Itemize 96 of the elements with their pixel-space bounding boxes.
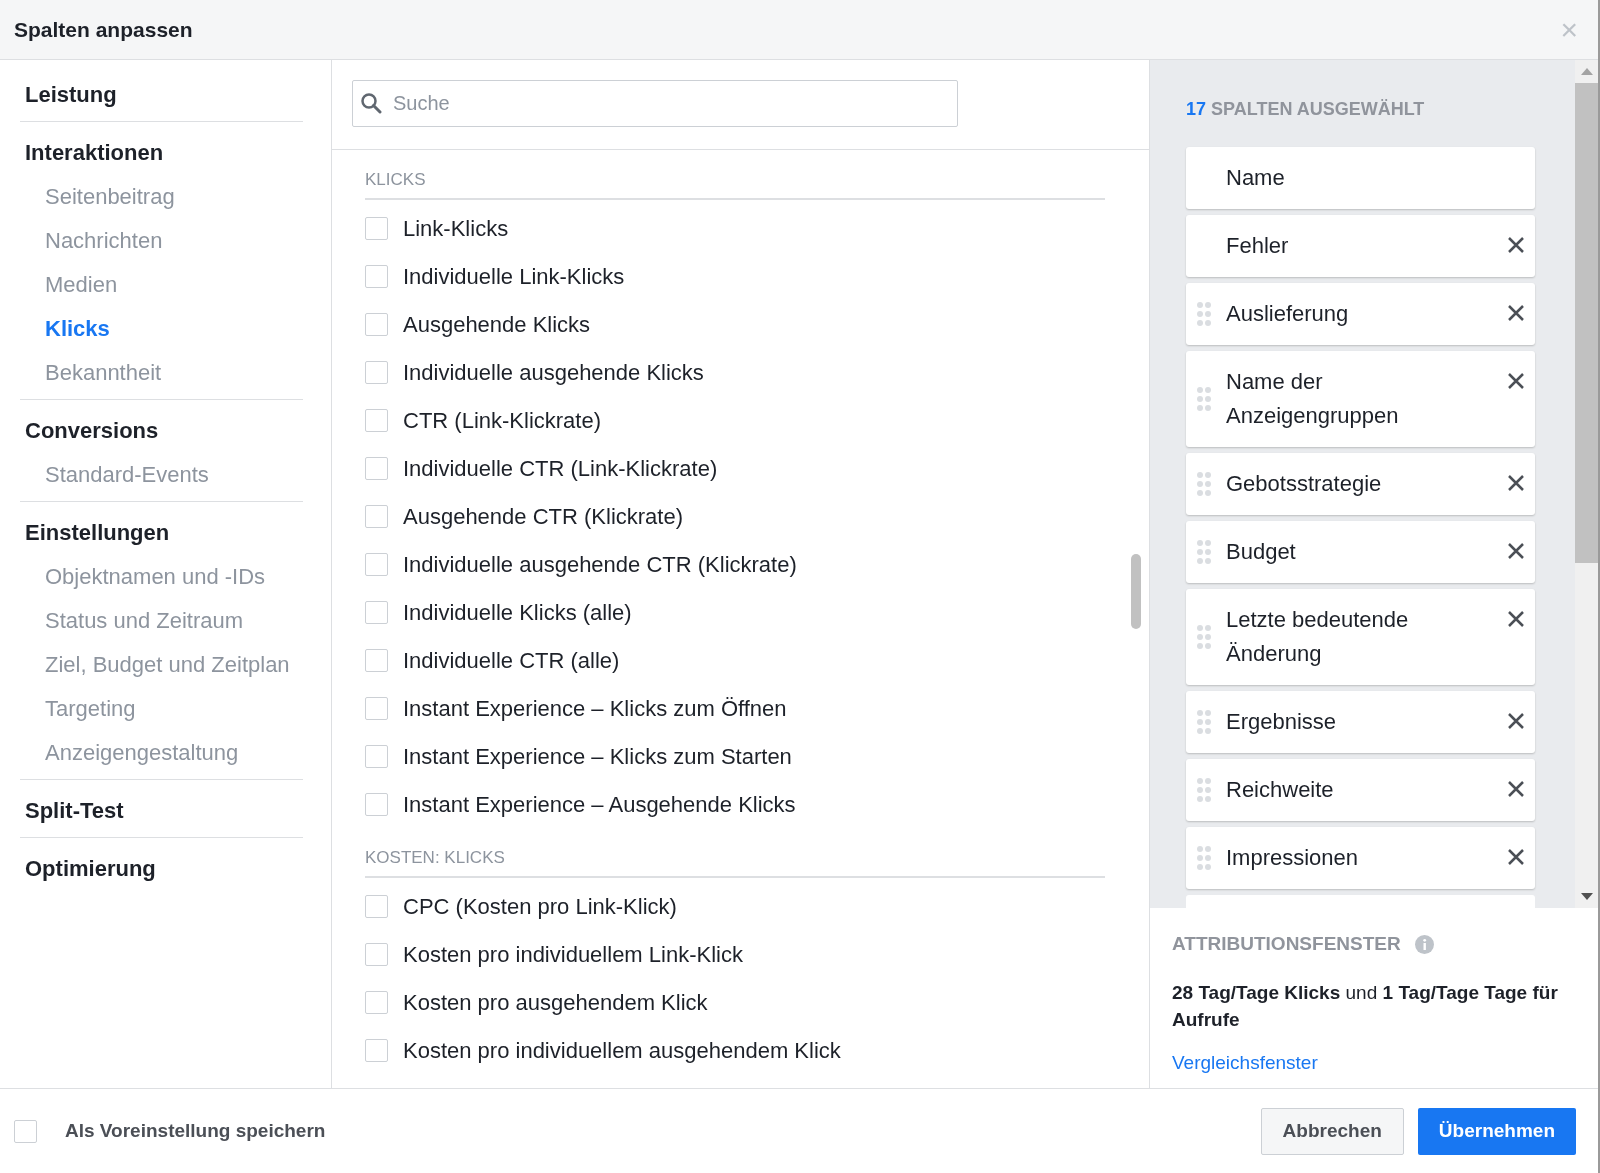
close-icon[interactable]: [1507, 712, 1525, 730]
option-label: CTR (Link-Klickrate): [403, 406, 602, 435]
option-label: Individuelle Link-Klicks: [403, 262, 625, 291]
column-name: Impressionen: [1226, 844, 1360, 872]
drag-handle-icon[interactable]: [1196, 777, 1212, 803]
option-label: CPC (Kosten pro Link-Klick): [403, 892, 677, 921]
scrollbar[interactable]: [1575, 60, 1598, 908]
column-card[interactable]: Name: [1186, 147, 1535, 209]
column-card[interactable]: Auslieferung: [1186, 283, 1535, 345]
checkbox[interactable]: [365, 792, 388, 816]
column-name: Ergebnisse: [1226, 708, 1338, 736]
dialog-title: Spalten anpassen: [14, 16, 193, 43]
column-card[interactable]: Name der Anzeigengruppen: [1186, 351, 1535, 447]
column-card[interactable]: Gebotsstrategie: [1186, 453, 1535, 515]
option-label: Kosten pro individuellem Link-Klick: [403, 940, 743, 969]
option-label: Individuelle ausgehende CTR (Klickrate): [403, 550, 797, 579]
scroll-up-icon[interactable]: [1580, 68, 1593, 75]
column-name: Name der Anzeigengruppen: [1226, 368, 1400, 430]
checkbox[interactable]: [365, 456, 388, 480]
option-label: Ausgehende Klicks: [403, 310, 591, 339]
search-field[interactable]: Suche: [352, 80, 958, 127]
close-icon[interactable]: [1507, 236, 1525, 254]
checkbox[interactable]: [14, 1119, 37, 1143]
column-card[interactable]: Budget: [1186, 521, 1535, 583]
column-card[interactable]: Impressionen: [1186, 827, 1535, 889]
checkbox[interactable]: [365, 312, 388, 336]
drag-handle-icon[interactable]: [1196, 845, 1212, 871]
close-icon[interactable]: [1507, 848, 1525, 866]
close-icon[interactable]: [1507, 372, 1525, 390]
checkbox[interactable]: [365, 648, 388, 672]
sidebar-item[interactable]: Klicks: [20, 312, 110, 345]
drag-handle-icon[interactable]: [1196, 539, 1212, 565]
checkbox[interactable]: [365, 504, 388, 528]
section-heading: KLICKS: [365, 150, 1105, 200]
selected-count-heading: 17 SPALTEN AUSGEWÄHLT: [1186, 98, 1426, 121]
checkbox[interactable]: [365, 264, 388, 288]
column-name: Auslieferung: [1226, 300, 1350, 328]
cancel-button[interactable]: Abbrechen: [1260, 1107, 1404, 1155]
close-icon[interactable]: [1507, 780, 1525, 798]
checkbox[interactable]: [365, 744, 388, 768]
column-name: Reichweite: [1226, 776, 1335, 804]
drag-handle-icon[interactable]: [1196, 301, 1212, 327]
option-label: Individuelle CTR (alle): [403, 646, 620, 675]
scrollbar-thumb[interactable]: [1131, 554, 1141, 629]
option-label: Ausgehende CTR (Klickrate): [403, 502, 683, 531]
checkbox[interactable]: [365, 990, 388, 1014]
option-label: Kosten pro individuellem ausgehendem Klick: [403, 1036, 841, 1065]
checkbox[interactable]: [365, 600, 388, 624]
close-icon[interactable]: [1507, 474, 1525, 492]
option-label: Individuelle Klicks (alle): [403, 598, 632, 627]
column-name: Fehler: [1226, 232, 1290, 260]
sidebar-section[interactable]: Conversions: [20, 414, 159, 447]
sidebar-section[interactable]: Interaktionen: [20, 136, 164, 169]
column-name: Letzte bedeutende Änderung: [1226, 606, 1410, 668]
option-label: Instant Experience – Klicks zum Öffnen: [403, 694, 787, 723]
save-default-label: Als Voreinstellung speichern: [65, 1118, 326, 1143]
option-label: Link-Klicks: [403, 214, 509, 243]
option-label: Individuelle ausgehende Klicks: [403, 358, 704, 387]
close-icon[interactable]: [1507, 610, 1525, 628]
option-label: Individuelle CTR (Link-Klickrate): [403, 454, 718, 483]
column-card[interactable]: Fehler: [1186, 215, 1535, 277]
checkbox[interactable]: [365, 408, 388, 432]
checkbox[interactable]: [365, 552, 388, 576]
option-label: Instant Experience – Klicks zum Starten: [403, 742, 792, 771]
sidebar-section[interactable]: Optimierung: [20, 852, 156, 885]
checkbox[interactable]: [365, 696, 388, 720]
close-icon[interactable]: [1507, 542, 1525, 560]
attribution-text: 28 Tag/Tage Klicks und 1 Tag/Tage Tage für Aufrufe: [1172, 980, 1559, 1032]
sidebar-section[interactable]: Einstellungen: [20, 516, 170, 549]
checkbox[interactable]: [365, 1038, 388, 1062]
drag-handle-icon[interactable]: [1196, 471, 1212, 497]
drag-handle-icon[interactable]: [1196, 386, 1212, 412]
drag-handle-icon[interactable]: [1196, 709, 1212, 735]
compare-window-link[interactable]: Vergleichsfenster: [1172, 1048, 1318, 1077]
column-name: Budget: [1226, 538, 1297, 566]
sidebar-section[interactable]: Split-Test: [20, 794, 124, 827]
column-name: Name: [1226, 164, 1286, 192]
option-label: Instant Experience – Ausgehende Klicks: [403, 790, 796, 819]
section-heading: KOSTEN: KLICKS: [365, 828, 1105, 878]
column-name: Gebotsstrategie: [1226, 470, 1383, 498]
apply-button[interactable]: Übernehmen: [1417, 1107, 1576, 1155]
column-card[interactable]: Ergebnisse: [1186, 691, 1535, 753]
checkbox[interactable]: [365, 894, 388, 918]
column-card[interactable]: Letzte bedeutende Änderung: [1186, 589, 1535, 685]
sidebar-section[interactable]: Leistung: [20, 78, 117, 111]
checkbox[interactable]: [365, 216, 388, 240]
column-card[interactable]: Reichweite: [1186, 759, 1535, 821]
info-icon[interactable]: [1414, 934, 1434, 954]
checkbox[interactable]: [365, 360, 388, 384]
checkbox[interactable]: [365, 942, 388, 966]
close-icon[interactable]: [1507, 304, 1525, 322]
scroll-down-icon[interactable]: [1580, 893, 1593, 900]
search-icon: [360, 92, 382, 114]
option-label: Kosten pro ausgehendem Klick: [403, 988, 708, 1017]
attribution-heading: ATTRIBUTIONSFENSTER: [1172, 932, 1401, 956]
drag-handle-icon[interactable]: [1196, 624, 1212, 650]
